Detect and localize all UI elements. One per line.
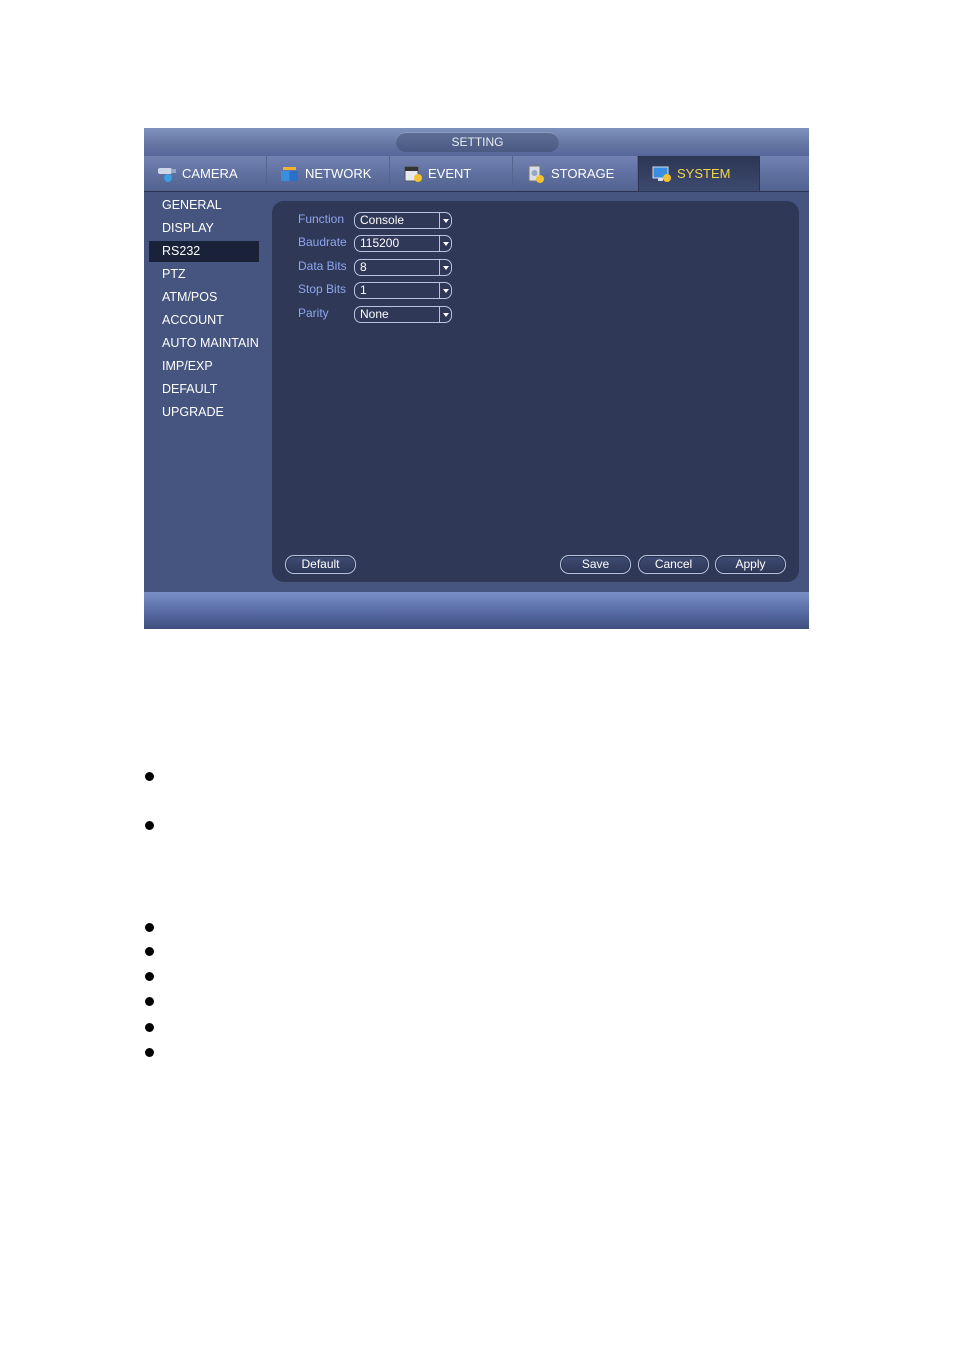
tab-camera[interactable]: CAMERA xyxy=(144,156,267,191)
parity-label: Parity xyxy=(298,306,329,320)
sidebar-item-imp-exp[interactable]: IMP/EXP xyxy=(149,356,259,377)
settings-window: SETTING CAMERA NETWORK EVENT STORAGE SYS… xyxy=(144,128,809,629)
tab-label: SYSTEM xyxy=(677,166,731,181)
data-bits-value: 8 xyxy=(360,260,367,274)
chevron-down-icon[interactable] xyxy=(439,236,451,251)
data-bits-select[interactable]: 8 xyxy=(354,259,452,276)
parity-value: None xyxy=(360,307,389,321)
tab-label: NETWORK xyxy=(305,166,372,181)
sidebar-item-default[interactable]: DEFAULT xyxy=(149,379,259,400)
system-icon xyxy=(651,165,673,183)
chevron-down-icon[interactable] xyxy=(439,307,451,322)
network-icon xyxy=(279,165,301,183)
function-select[interactable]: Console xyxy=(354,212,452,229)
tab-label: EVENT xyxy=(428,166,472,181)
cancel-button[interactable]: Cancel xyxy=(638,555,709,574)
sidebar-item-account[interactable]: ACCOUNT xyxy=(149,310,259,331)
function-label: Function xyxy=(298,212,345,226)
baudrate-value: 115200 xyxy=(360,236,400,250)
rs232-settings-panel: Function Console Baudrate 115200 Data Bi… xyxy=(272,201,799,582)
tab-system[interactable]: SYSTEM xyxy=(638,156,760,191)
bullet-point xyxy=(145,997,154,1006)
stop-bits-label: Stop Bits xyxy=(298,282,347,296)
parity-select[interactable]: None xyxy=(354,306,452,323)
chevron-down-icon[interactable] xyxy=(439,260,451,275)
event-icon xyxy=(402,165,424,183)
sidebar-item-general[interactable]: GENERAL xyxy=(149,195,259,216)
baudrate-select[interactable]: 115200 xyxy=(354,235,452,252)
default-button[interactable]: Default xyxy=(285,555,356,574)
bullet-point xyxy=(145,1023,154,1032)
baudrate-label: Baudrate xyxy=(298,235,347,249)
stop-bits-select[interactable]: 1 xyxy=(354,282,452,299)
function-value: Console xyxy=(360,213,405,227)
title-bar: SETTING xyxy=(144,128,809,156)
bullet-point xyxy=(145,972,154,981)
sidebar-item-ptz[interactable]: PTZ xyxy=(149,264,259,285)
sidebar-item-display[interactable]: DISPLAY xyxy=(149,218,259,239)
camera-icon xyxy=(156,165,178,183)
bullet-point xyxy=(145,923,154,932)
tab-event[interactable]: EVENT xyxy=(390,156,513,191)
tab-network[interactable]: NETWORK xyxy=(267,156,390,191)
sidebar: GENERAL DISPLAY RS232 PTZ ATM/POS ACCOUN… xyxy=(144,192,268,587)
tab-storage[interactable]: STORAGE xyxy=(513,156,638,191)
chevron-down-icon[interactable] xyxy=(439,213,451,228)
sidebar-item-auto-maintain[interactable]: AUTO MAINTAIN xyxy=(149,333,259,354)
bullet-point xyxy=(145,1048,154,1057)
window-title: SETTING xyxy=(396,132,559,152)
data-bits-label: Data Bits xyxy=(298,259,347,273)
bullet-point xyxy=(145,772,154,781)
sidebar-item-rs232[interactable]: RS232 xyxy=(149,241,259,262)
tab-label: CAMERA xyxy=(182,166,238,181)
bullet-point xyxy=(145,821,154,830)
chevron-down-icon[interactable] xyxy=(439,283,451,298)
sidebar-item-upgrade[interactable]: UPGRADE xyxy=(149,402,259,423)
status-bar xyxy=(144,592,809,629)
apply-button[interactable]: Apply xyxy=(715,555,786,574)
tab-label: STORAGE xyxy=(551,166,615,181)
bullet-point xyxy=(145,947,154,956)
save-button[interactable]: Save xyxy=(560,555,631,574)
sidebar-item-atm-pos[interactable]: ATM/POS xyxy=(149,287,259,308)
storage-icon xyxy=(525,165,547,183)
stop-bits-value: 1 xyxy=(360,283,367,297)
main-tabs: CAMERA NETWORK EVENT STORAGE SYSTEM xyxy=(144,156,809,192)
